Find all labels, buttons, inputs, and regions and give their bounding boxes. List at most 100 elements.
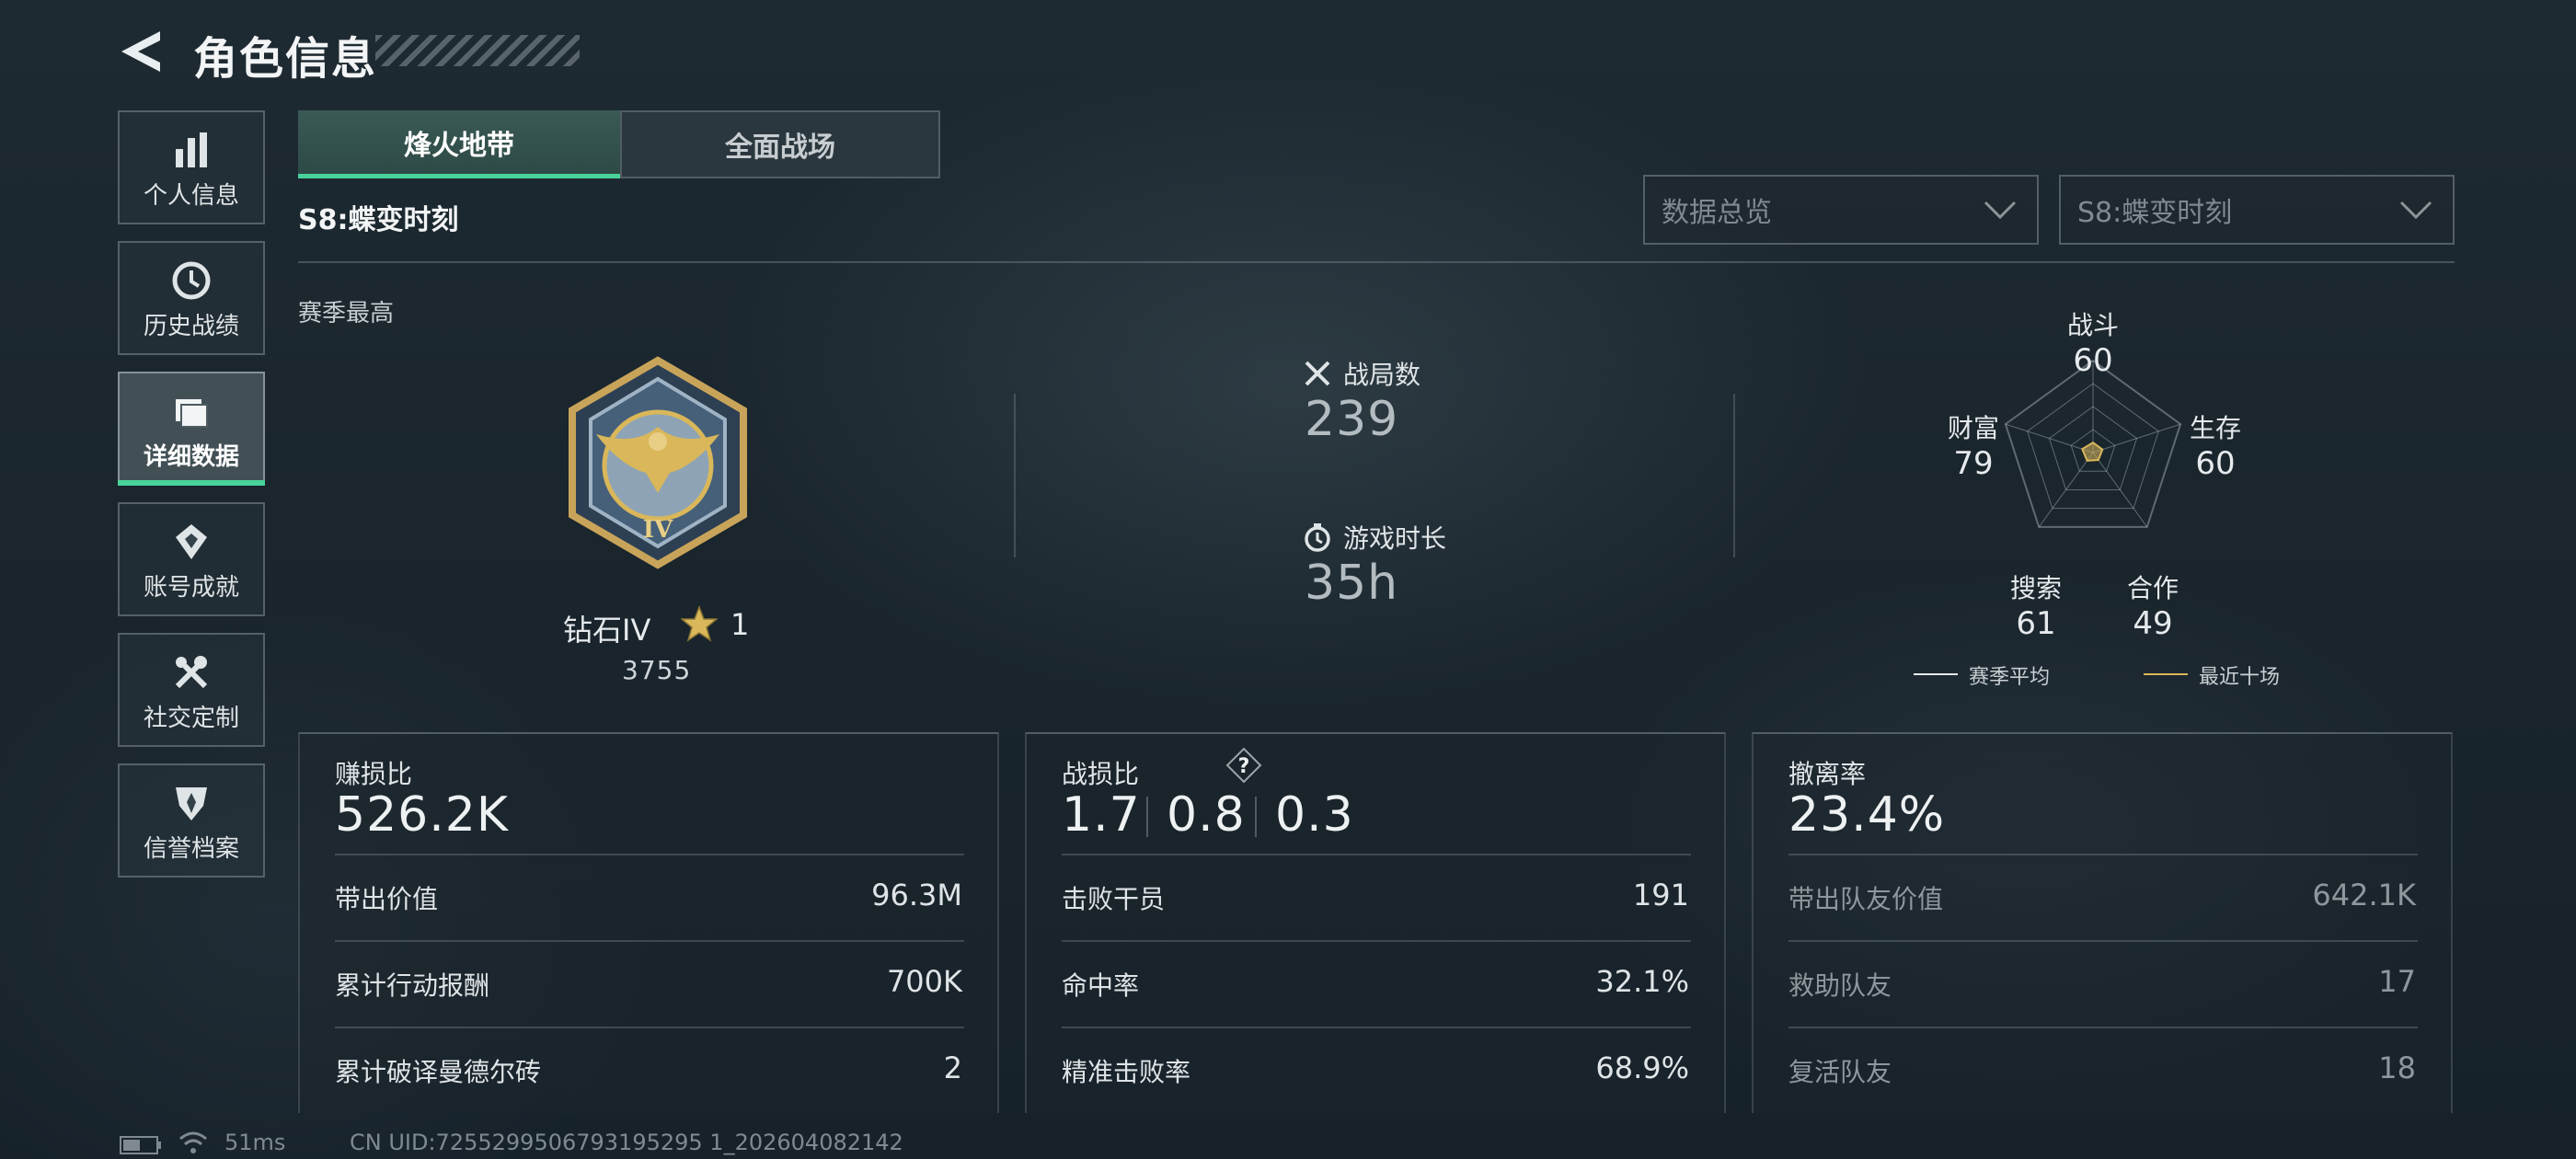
radar-value-combat: 60 — [2073, 342, 2113, 379]
medal-numeral: IV — [643, 516, 673, 544]
legend-line-season — [1914, 673, 1958, 675]
row-label: 累计破译曼德尔砖 — [335, 1057, 542, 1087]
reputation-icon — [176, 787, 207, 820]
playtime-value: 35h — [1305, 556, 1399, 611]
profit-ratio-label: 赚损比 — [335, 759, 413, 789]
playtime-label: 游戏时长 — [1343, 523, 1447, 554]
wifi-icon — [179, 1131, 207, 1153]
divider — [1062, 1027, 1691, 1028]
row-value: 17 — [2378, 964, 2416, 999]
row-label: 带出价值 — [335, 884, 439, 914]
radar-axis-line — [2092, 423, 2181, 453]
radar-value-cooperation: 49 — [2133, 605, 2173, 642]
sidebar-item-history[interactable]: 历史战绩 — [118, 241, 265, 355]
radar-label-wealth: 财富 — [1947, 413, 1999, 443]
chevron-down-icon — [2399, 201, 2432, 220]
divider — [1788, 1027, 2418, 1028]
divider — [1788, 854, 2418, 855]
divider — [1788, 940, 2418, 942]
help-icon[interactable]: ? — [1225, 747, 1262, 784]
row-label: 带出队友价值 — [1788, 884, 1944, 914]
crossed-swords-icon — [1305, 361, 1330, 386]
legend-line-recent — [2144, 673, 2188, 675]
sidebar-item-details[interactable]: 详细数据 — [118, 372, 265, 486]
radar-value-wealth: 79 — [1953, 445, 1994, 482]
row-value: 642.1K — [2312, 878, 2416, 912]
legend-season-avg: 赛季平均 — [1969, 666, 2051, 689]
star-icon — [681, 605, 718, 642]
row-value: 32.1% — [1595, 964, 1689, 999]
history-icon — [172, 261, 211, 300]
row-label: 复活队友 — [1788, 1057, 1892, 1087]
sidebar-item-label: 社交定制 — [143, 705, 239, 732]
divider — [335, 854, 964, 855]
rank-stars: 1 — [730, 607, 750, 642]
radar-label-survival: 生存 — [2189, 413, 2241, 443]
sidebar-item-achievements[interactable]: 账号成就 — [118, 502, 265, 616]
extract-card: 撤离率 23.4% 带出队友价值 642.1K 救助队友 17 复活队友 18 — [1752, 732, 2453, 1113]
kd-value-2: 0.8 — [1167, 787, 1246, 843]
sidebar-item-reputation[interactable]: 信誉档案 — [118, 763, 265, 878]
sidebar-item-social[interactable]: 社交定制 — [118, 633, 265, 747]
extract-rate-value: 23.4% — [1788, 787, 1946, 843]
achievement-icon — [176, 524, 207, 559]
divider — [335, 1027, 964, 1028]
kd-ratio-label: 战损比 — [1062, 759, 1140, 789]
stopwatch-icon — [1305, 523, 1330, 552]
divider — [1146, 797, 1148, 837]
sidebar-item-label: 历史战绩 — [143, 313, 239, 340]
row-value: 191 — [1632, 878, 1689, 912]
divider — [1062, 854, 1691, 855]
tools-icon — [175, 656, 208, 689]
matches-value: 239 — [1305, 392, 1399, 447]
ping-value: 51ms — [224, 1130, 286, 1155]
season-select-value: S8:蝶变时刻 — [2077, 197, 2233, 229]
divider — [335, 940, 964, 942]
sidebar-item-profile[interactable]: 个人信息 — [118, 110, 265, 224]
sidebar-item-label: 账号成就 — [143, 574, 239, 602]
battery-icon — [120, 1136, 161, 1154]
sidebar-item-label: 信誉档案 — [143, 835, 239, 863]
row-value: 2 — [943, 1050, 962, 1085]
data-view-select[interactable]: 数据总览 — [1643, 175, 2039, 245]
sidebar-item-label: 详细数据 — [143, 443, 239, 471]
row-label: 精准击败率 — [1062, 1057, 1191, 1087]
divider — [1014, 394, 1016, 557]
radar-recent-polygon — [2081, 442, 2104, 462]
active-indicator — [118, 480, 265, 486]
rank-score: 3755 — [622, 655, 692, 685]
back-arrow-icon[interactable] — [118, 28, 164, 75]
extract-rate-label: 撤离率 — [1788, 759, 1867, 789]
row-label: 击败干员 — [1062, 884, 1166, 914]
season-title: S8:蝶变时刻 — [298, 204, 459, 236]
matches-label: 战局数 — [1343, 360, 1421, 390]
radar-label-combat: 战斗 — [2066, 310, 2119, 340]
profit-ratio-value: 526.2K — [335, 787, 509, 843]
divider — [298, 261, 2455, 263]
rank-name: 钻石IV — [563, 613, 651, 648]
legend-recent-ten: 最近十场 — [2199, 666, 2281, 689]
row-label: 累计行动报酬 — [335, 970, 490, 1001]
folder-icon — [176, 399, 208, 428]
bar-chart-icon — [176, 132, 207, 167]
radar-label-cooperation: 合作 — [2126, 573, 2179, 603]
kd-value-1: 1.7 — [1062, 787, 1141, 843]
page-title: 角色信息 — [193, 33, 378, 85]
row-label: 救助队友 — [1788, 970, 1892, 1001]
divider — [1062, 940, 1691, 942]
tab-full-battlefield[interactable]: 全面战场 — [620, 110, 940, 178]
tab-fenghuo[interactable]: 烽火地带 — [298, 110, 620, 178]
row-value: 68.9% — [1595, 1050, 1689, 1085]
rank-medal-icon: IV — [569, 356, 747, 569]
radar-value-survival: 60 — [2195, 445, 2236, 482]
radar-label-search: 搜索 — [2009, 573, 2062, 603]
kd-value-3: 0.3 — [1275, 787, 1354, 843]
row-value: 18 — [2378, 1050, 2416, 1085]
player-uid: CN UID:7255299506793195295 1_20260408214… — [350, 1130, 903, 1155]
season-select[interactable]: S8:蝶变时刻 — [2059, 175, 2455, 245]
row-label: 命中率 — [1062, 970, 1140, 1001]
divider — [1733, 394, 1735, 557]
divider — [1255, 797, 1257, 837]
combat-card: 战损比 ? 1.7 0.8 0.3 击败干员 191 命中率 32.1% 精准击… — [1025, 732, 1726, 1113]
title-decoration — [375, 35, 580, 66]
